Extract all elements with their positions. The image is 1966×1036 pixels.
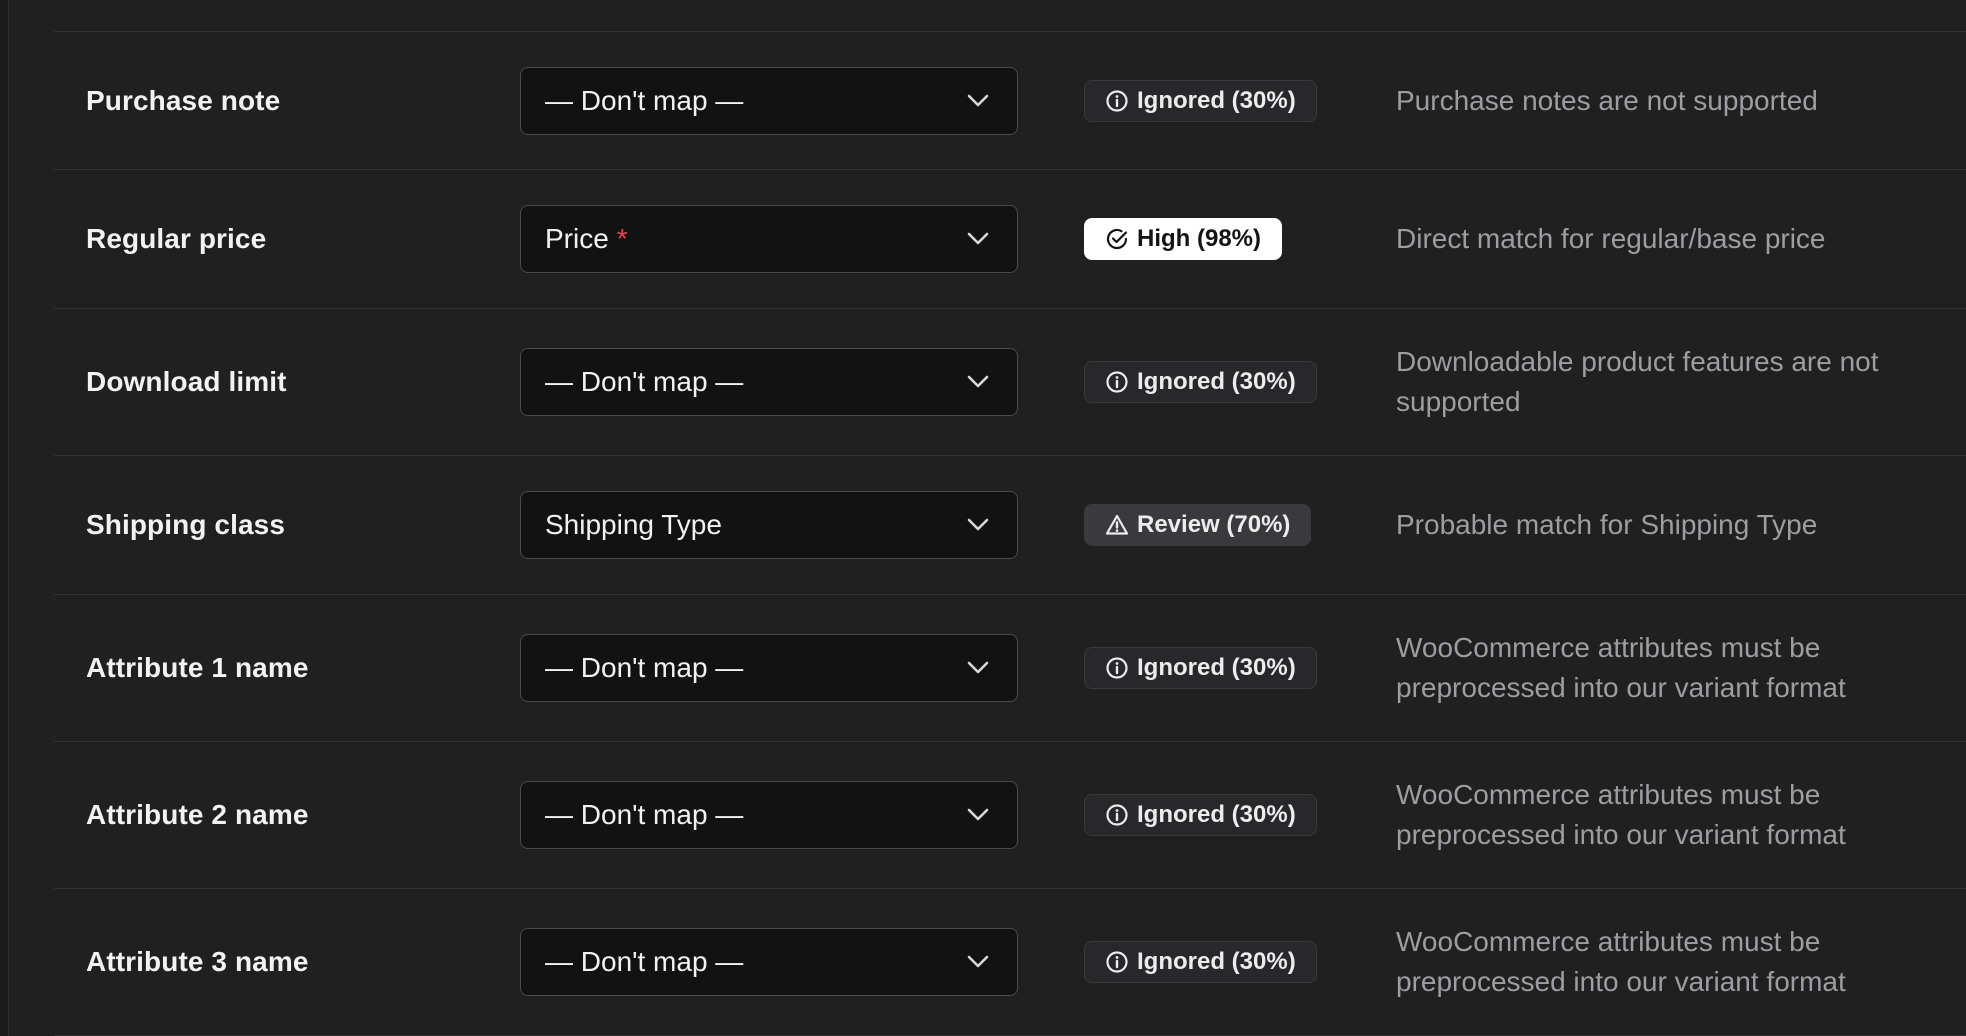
mapping-row: Attribute 2 name — Don't map — Ignored (…	[54, 742, 1966, 889]
info-icon	[1106, 951, 1128, 973]
mapping-note: Downloadable product features are not su…	[1396, 346, 1879, 417]
source-field-label: Regular price	[86, 223, 267, 254]
chevron-down-icon	[967, 808, 989, 821]
mapping-select-text: — Don't map —	[545, 946, 744, 977]
chevron-down-icon	[967, 232, 989, 245]
info-icon	[1106, 657, 1128, 679]
mapping-select[interactable]: — Don't map —	[520, 928, 1018, 996]
info-icon	[1106, 371, 1128, 393]
mapping-note: WooCommerce attributes must be preproces…	[1396, 926, 1846, 997]
confidence-badge: Ignored (30%)	[1084, 941, 1317, 983]
confidence-label: Ignored (30%)	[1137, 948, 1296, 975]
mapping-row: Regular price Price * High (98%) Direct m…	[54, 170, 1966, 309]
mapping-select-text: — Don't map —	[545, 366, 744, 397]
mapping-row: Purchase note — Don't map — Ignored (30%…	[54, 32, 1966, 170]
confidence-label: Ignored (30%)	[1137, 654, 1296, 681]
mapping-select-text: — Don't map —	[545, 84, 744, 116]
confidence-badge: Ignored (30%)	[1084, 647, 1317, 689]
mapping-select-text: — Don't map —	[545, 652, 744, 683]
left-panel-edge	[0, 0, 9, 1036]
confidence-badge: High (98%)	[1084, 218, 1283, 260]
mapping-select-value: Shipping Type	[545, 509, 722, 541]
required-mark: *	[616, 223, 628, 254]
source-field-label: Attribute 3 name	[86, 946, 309, 977]
mapping-select[interactable]: — Don't map —	[520, 781, 1018, 849]
mapping-note: WooCommerce attributes must be preproces…	[1396, 779, 1846, 850]
mapping-select[interactable]: — Don't map —	[520, 634, 1018, 702]
confidence-badge: Review (70%)	[1084, 504, 1312, 546]
mapping-select-text: Price	[545, 223, 609, 254]
confidence-label: Review (70%)	[1137, 511, 1291, 538]
confidence-label: High (98%)	[1137, 225, 1262, 252]
source-field-label: Attribute 2 name	[86, 799, 309, 830]
source-field-label: Download limit	[86, 366, 287, 397]
confidence-badge: Ignored (30%)	[1084, 794, 1317, 836]
confidence-label: Ignored (30%)	[1137, 801, 1296, 828]
info-icon	[1106, 804, 1128, 826]
mapping-select-value: — Don't map —	[545, 799, 743, 831]
mapping-note: Probable match for Shipping Type	[1396, 509, 1818, 540]
mapping-select-value: — Don't map —	[545, 85, 743, 117]
mapping-row: Shipping class Shipping Type Review (70%…	[54, 456, 1966, 595]
mapping-select-value: — Don't map —	[545, 366, 743, 398]
confidence-badge: Ignored (30%)	[1084, 361, 1317, 403]
info-icon	[1106, 89, 1128, 112]
mapping-row: Attribute 3 name — Don't map — Ignored (…	[54, 889, 1966, 1036]
chevron-down-icon	[967, 518, 989, 531]
source-field-label: Purchase note	[86, 84, 281, 116]
mapping-select-value: — Don't map —	[545, 652, 743, 684]
mapping-select[interactable]: Shipping Type	[520, 491, 1018, 559]
mapping-note: WooCommerce attributes must be preproces…	[1396, 632, 1846, 703]
source-field-label: Shipping class	[86, 509, 285, 540]
mapping-note: Purchase notes are not supported	[1396, 84, 1818, 116]
source-field-label: Attribute 1 name	[86, 652, 309, 683]
mapping-note: Direct match for regular/base price	[1396, 223, 1826, 254]
check-circle-icon	[1106, 228, 1128, 250]
confidence-label: Ignored (30%)	[1137, 86, 1296, 114]
confidence-badge: Ignored (30%)	[1084, 79, 1317, 122]
mapping-row: Attribute 1 name — Don't map — Ignored (…	[54, 595, 1966, 742]
chevron-down-icon	[967, 661, 989, 674]
field-mapping-panel: Purchase note — Don't map — Ignored (30%…	[0, 0, 1966, 1036]
warning-icon	[1105, 514, 1129, 535]
mapping-select-value: — Don't map —	[545, 946, 743, 978]
mapping-row: Download limit — Don't map — Ignored (30…	[54, 309, 1966, 456]
mapping-select[interactable]: — Don't map —	[520, 66, 1018, 135]
mapping-select[interactable]: — Don't map —	[520, 348, 1018, 416]
mapping-select-text: — Don't map —	[545, 799, 744, 830]
confidence-label: Ignored (30%)	[1137, 368, 1296, 395]
mapping-select-value: Price *	[545, 223, 628, 255]
mapping-select-text: Shipping Type	[545, 509, 722, 540]
chevron-down-icon	[967, 94, 989, 106]
mapping-select[interactable]: Price *	[520, 205, 1018, 273]
mapping-table: Purchase note — Don't map — Ignored (30%…	[54, 32, 1966, 1036]
chevron-down-icon	[967, 955, 989, 968]
chevron-down-icon	[967, 375, 989, 388]
